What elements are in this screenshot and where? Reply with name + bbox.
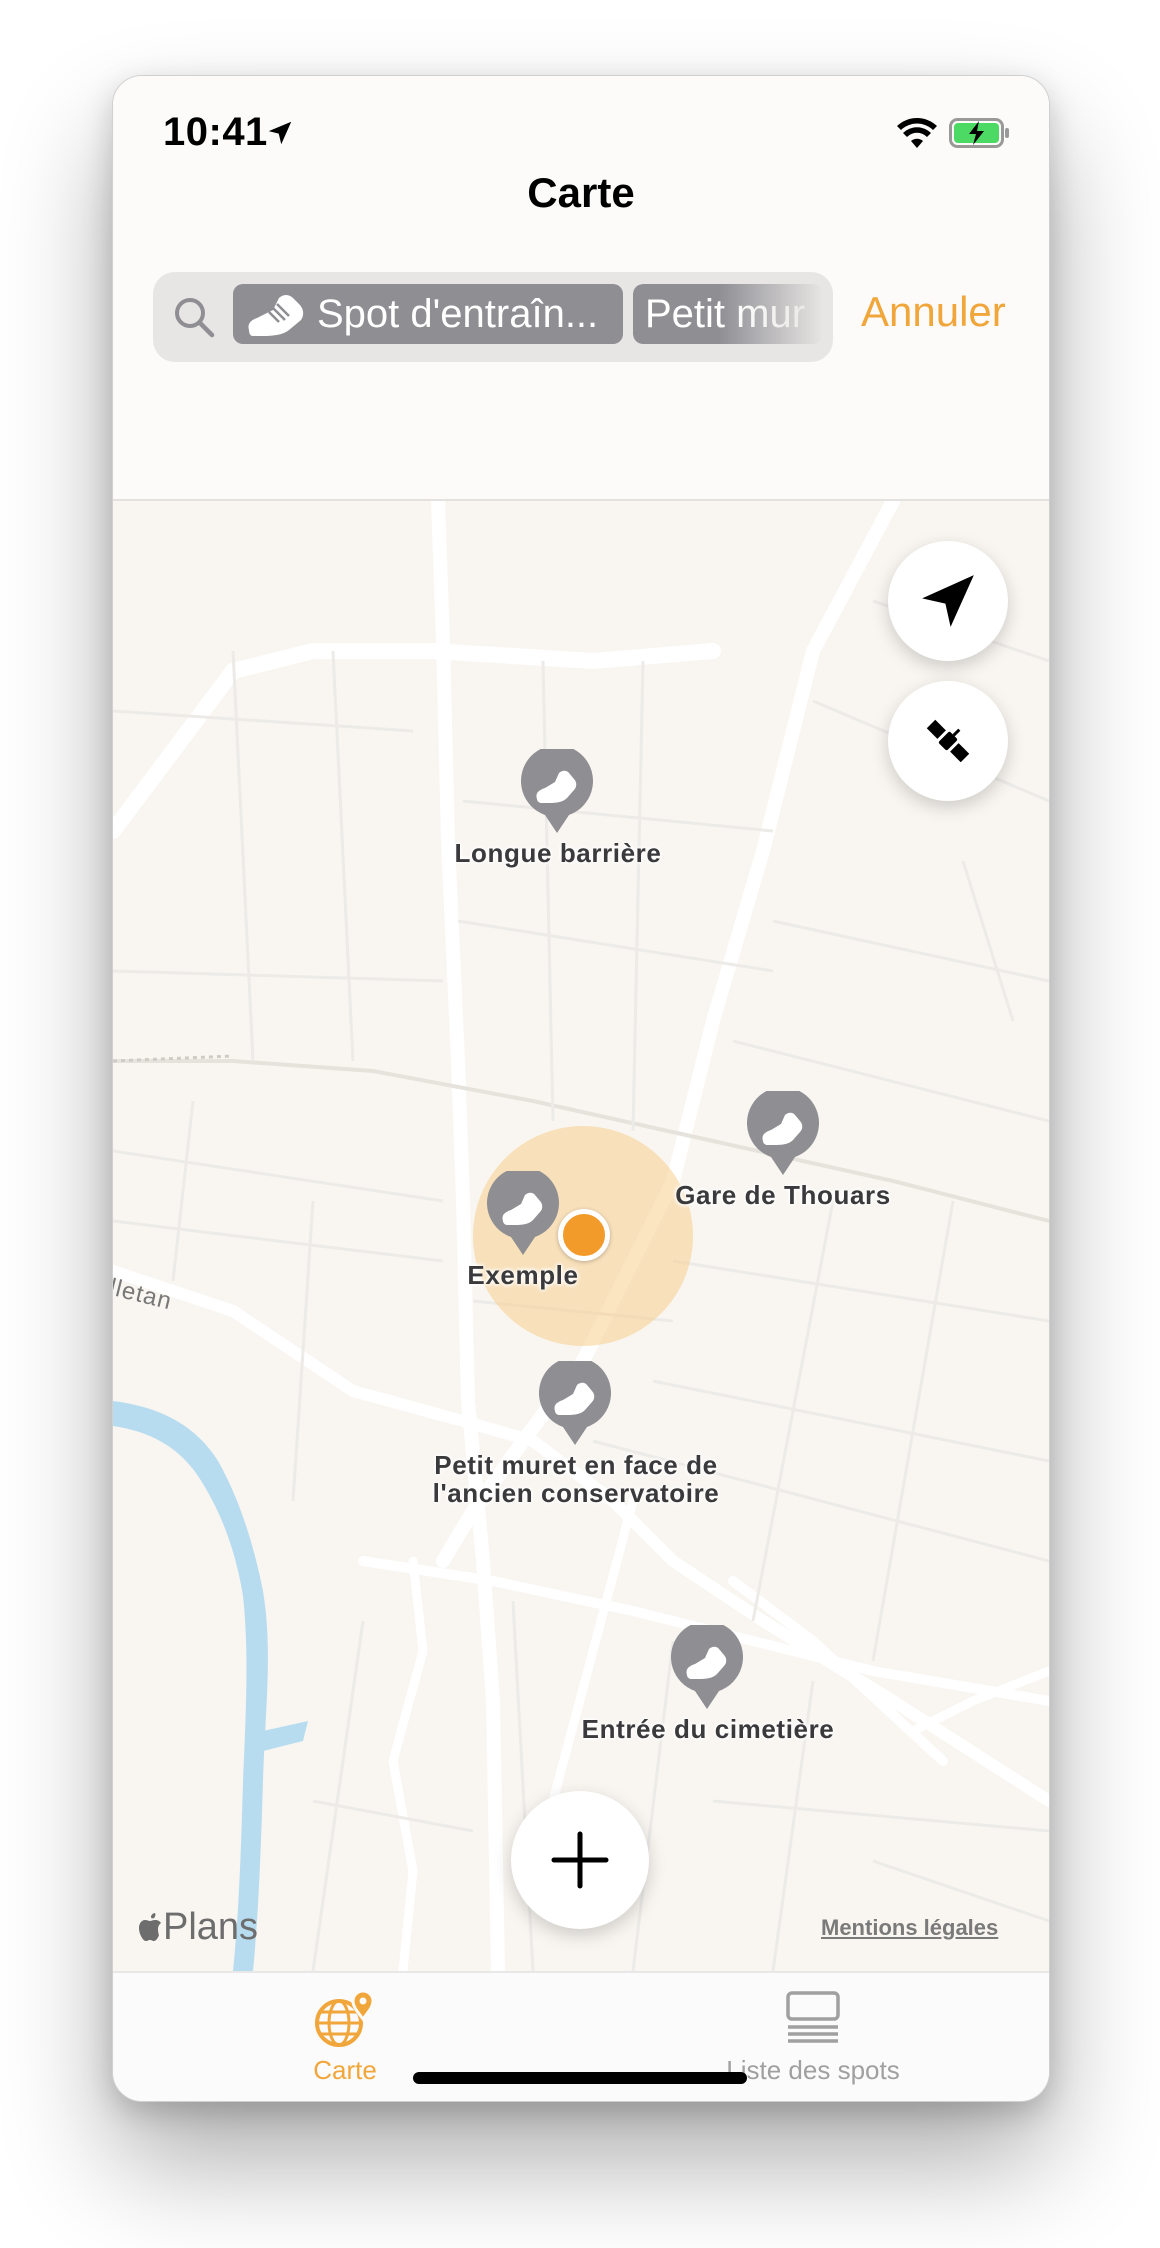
shoe-pin-icon <box>521 749 593 833</box>
pin-label: Entrée du cimetière <box>581 1714 835 1744</box>
plus-icon <box>551 1831 609 1889</box>
add-spot-button[interactable] <box>511 1791 649 1929</box>
device-frame: 10:41 Carte Spot d'entraîn... Petit mur … <box>112 75 1050 2102</box>
search-token-spot-name[interactable]: Petit mur <box>633 284 823 344</box>
page-title: Carte <box>527 169 635 216</box>
pin-label: Longue barrière <box>454 838 662 868</box>
globe-pin-icon <box>315 1989 375 2047</box>
maps-brand-label: Plans <box>163 1906 259 1948</box>
battery-charging-icon <box>949 118 1009 148</box>
user-location-dot[interactable] <box>558 1209 610 1261</box>
tab-bar: Carte Liste des spots <box>113 1971 1049 2101</box>
search-token-label: Petit mur <box>645 292 806 336</box>
shoe-pin-icon <box>539 1361 611 1445</box>
tab-map[interactable]: Carte <box>195 1973 495 2086</box>
home-indicator[interactable] <box>413 2072 747 2084</box>
shoe-icon <box>248 295 304 336</box>
pin-label: Gare de Thouars <box>675 1180 891 1210</box>
satellite-icon <box>926 719 970 763</box>
pin-label: Petit muret en face de <box>434 1450 718 1480</box>
shoe-pin-icon <box>671 1625 743 1709</box>
search-icon <box>175 298 215 338</box>
tab-spot-list[interactable]: Liste des spots <box>663 1973 963 2086</box>
search-token-spot-type[interactable]: Spot d'entraîn... <box>233 284 623 344</box>
location-arrow-icon <box>922 575 974 627</box>
shoe-pin-icon <box>747 1091 819 1175</box>
status-time: 10:41 <box>163 110 268 154</box>
apple-logo-icon <box>139 1912 161 1941</box>
pin-label-line2: l'ancien conservatoire <box>432 1478 720 1508</box>
shoe-pin-icon <box>487 1171 559 1255</box>
list-icon <box>786 1991 840 2043</box>
wifi-icon <box>897 118 937 148</box>
location-arrow-icon <box>268 121 292 145</box>
legal-notice-link[interactable]: Mentions légales <box>821 1915 998 1941</box>
search-token-label: Spot d'entraîn... <box>317 292 599 336</box>
maps-attribution: Plans <box>137 1906 258 1949</box>
map-view[interactable]: lletan Longue barrière Gare de Thouars E… <box>113 501 1049 1971</box>
satellite-view-button[interactable] <box>888 681 1008 801</box>
locate-me-button[interactable] <box>888 541 1008 661</box>
navigation-bar: Carte Spot d'entraîn... Petit mur Annule… <box>113 169 1049 501</box>
cancel-button[interactable]: Annuler <box>861 288 1006 336</box>
search-field[interactable]: Spot d'entraîn... Petit mur <box>153 272 833 362</box>
pin-label: Exemple <box>467 1260 579 1290</box>
